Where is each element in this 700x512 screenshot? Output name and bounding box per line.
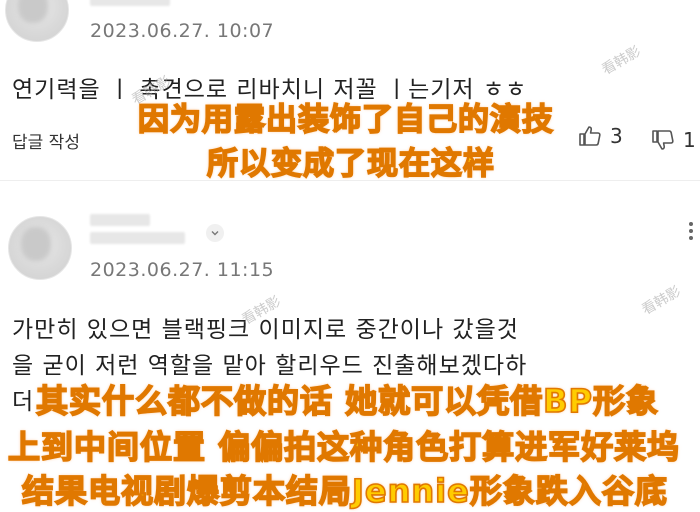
comment-text-line: 더 — [12, 389, 35, 415]
comment-timestamp: 2023.06.27. 11:15 — [90, 259, 275, 281]
username-blurred — [90, 0, 170, 6]
thumbs-up-icon — [579, 126, 601, 146]
username-blurred — [90, 232, 185, 244]
dislike-count: 1 — [683, 128, 696, 152]
thumbs-down-icon — [652, 130, 674, 150]
overlay-caption: 因为用露出装饰了自己的演技 — [137, 101, 554, 139]
more-options-icon[interactable] — [686, 222, 696, 240]
overlay-caption: 其实什么都不做的话 她就可以凭借BP形象 — [35, 381, 659, 421]
watermark: 看韩影 — [639, 283, 684, 319]
watermark: 看韩影 — [599, 43, 644, 79]
username-blurred — [90, 214, 150, 226]
overlay-caption: 所以变成了现在这样 — [206, 145, 495, 183]
avatar — [5, 0, 69, 42]
chevron-down-icon[interactable] — [206, 224, 224, 242]
like-count: 3 — [610, 124, 623, 148]
overlay-caption: 结果电视剧爆剪本结局Jennie形象跌入谷底 — [21, 471, 668, 511]
like-button[interactable]: 3 — [578, 124, 623, 148]
overlay-caption: 上到中间位置 偏偏拍这种角色打算进军好莱坞 — [7, 427, 681, 467]
comment-timestamp: 2023.06.27. 10:07 — [90, 20, 275, 42]
reply-button[interactable]: 답글 작성 — [12, 128, 80, 153]
avatar — [8, 216, 72, 280]
comment-text-line: 을 굳이 저런 역할을 맡아 할리우드 진출해보겠다하 — [12, 353, 528, 379]
dislike-button[interactable]: 1 — [651, 128, 696, 152]
